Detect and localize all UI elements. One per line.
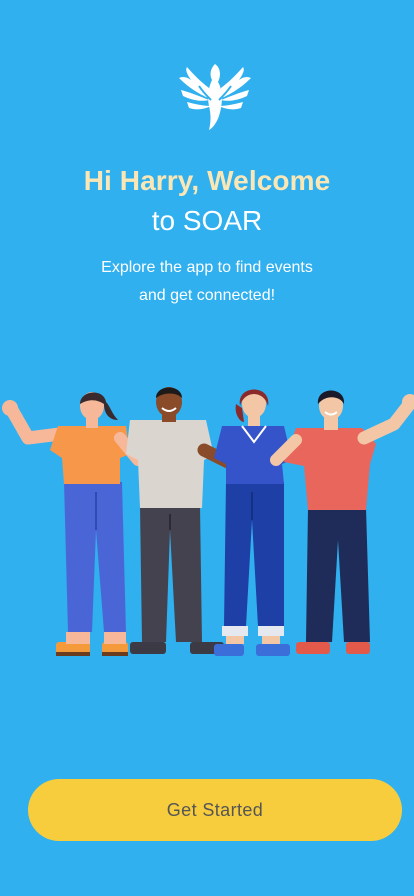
welcome-subtitle: Explore the app to find events and get c… bbox=[0, 254, 414, 310]
subtitle-line-1: Explore the app to find events bbox=[101, 259, 313, 276]
get-started-button[interactable]: Get Started bbox=[28, 779, 402, 841]
group-of-friends-illustration bbox=[2, 387, 414, 656]
welcome-screen: Hi Harry, Welcome to SOAR Explore the ap… bbox=[0, 0, 414, 896]
welcome-title-app-name: to SOAR bbox=[151, 205, 263, 236]
dove-icon bbox=[179, 64, 251, 130]
person-blue-shirt bbox=[214, 389, 292, 656]
welcome-title: Hi Harry, Welcome bbox=[83, 165, 331, 196]
person-orange-shirt bbox=[2, 392, 144, 656]
person-coral-shirt bbox=[270, 390, 414, 654]
subtitle-line-2: and get connected! bbox=[138, 287, 276, 304]
person-beige-shirt bbox=[126, 387, 239, 654]
